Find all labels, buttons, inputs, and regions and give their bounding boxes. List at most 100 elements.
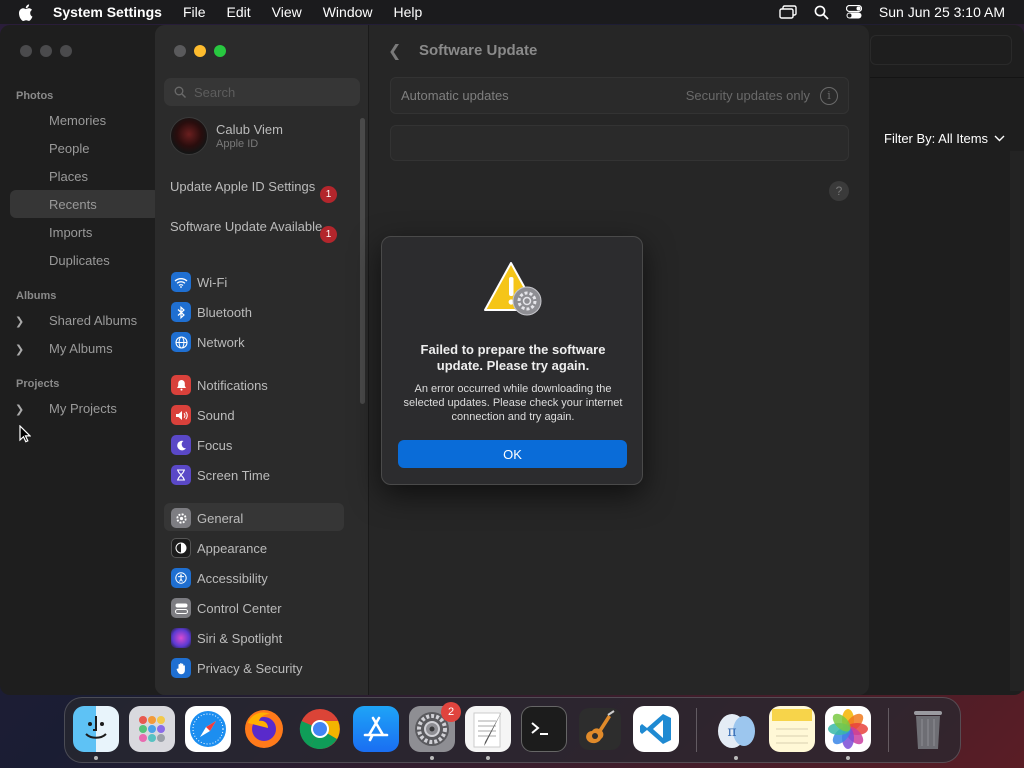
finder-icon[interactable] [73,706,119,752]
page-title: Software Update [419,42,538,59]
dock-separator [888,708,889,752]
control-center-icon[interactable] [845,5,862,19]
sidebar-item-sound[interactable]: Sound [171,405,235,425]
app-menu-system-settings[interactable]: System Settings [53,4,162,20]
dock-separator [696,708,697,752]
software-update-available-row[interactable]: Software Update Available [170,219,345,235]
sidebar-scrollbar[interactable] [360,118,365,404]
sidebar-item-shared-albums[interactable]: Shared Albums [49,313,137,328]
filter-dropdown[interactable]: Filter By: All Items [884,131,1005,146]
launchpad-icon[interactable] [129,706,175,752]
menu-window[interactable]: Window [323,4,373,20]
sidebar-item-privacy-security[interactable]: Privacy & Security [171,658,302,678]
accessibility-icon [171,568,191,588]
chevron-right-icon[interactable]: ❯ [15,343,24,356]
menu-edit[interactable]: Edit [227,4,251,20]
sidebar-item-people[interactable]: People [49,141,89,156]
photos-scrollbar[interactable] [1010,151,1024,691]
back-chevron-icon[interactable]: ❮ [388,41,401,61]
translator-app-icon[interactable]: π [713,706,759,752]
dock: 2 π [64,697,961,763]
sidebar-item-label: Wi-Fi [197,274,228,290]
control-center-toggle-icon [171,598,191,618]
garageband-icon[interactable] [577,706,623,752]
ok-button[interactable]: OK [398,440,627,468]
close-button[interactable] [174,45,186,57]
sidebar-item-label: Network [197,334,245,350]
system-settings-icon[interactable]: 2 [409,702,461,752]
sidebar-item-label: Control Center [197,600,282,616]
sidebar-item-label: General [197,510,244,526]
speaker-icon [171,405,191,425]
photos-sidebar: Photos Memories People Places Recents Im… [0,25,160,695]
sidebar-item-accessibility[interactable]: Accessibility [171,568,268,588]
sidebar-item-network[interactable]: Network [171,332,245,352]
wifi-icon [171,272,191,292]
sidebar-item-imports[interactable]: Imports [49,225,92,240]
menu-file[interactable]: File [183,4,206,20]
menu-bar: System Settings File Edit View Window He… [0,0,1024,24]
apple-id-row[interactable]: Calub Viem Apple ID [170,117,283,155]
section-photos: Photos [16,90,54,102]
hourglass-icon [171,465,191,485]
sidebar-item-bluetooth[interactable]: Bluetooth [171,302,252,322]
dialog-title: Failed to prepare the software update. P… [420,342,606,373]
running-indicator [734,756,738,760]
error-alert-dialog: Failed to prepare the software update. P… [381,236,643,485]
sidebar-item-duplicates[interactable]: Duplicates [49,253,110,268]
zoom-button[interactable] [214,45,226,57]
sidebar-item-focus[interactable]: Focus [171,435,232,455]
app-store-icon[interactable] [353,706,399,752]
help-button[interactable]: ? [829,181,849,201]
warning-gear-icon [481,260,545,320]
notification-badge: 2 [441,702,461,722]
photos-search-field[interactable] [870,35,1012,65]
screen-mirroring-icon[interactable] [779,5,797,19]
sidebar-item-appearance[interactable]: Appearance [171,538,267,558]
sidebar-item-places[interactable]: Places [49,169,88,184]
automatic-updates-label: Automatic updates [401,88,509,103]
sidebar-item-label: Bluetooth [197,304,252,320]
safari-icon[interactable] [185,706,231,752]
siri-icon [171,628,191,648]
menu-view[interactable]: View [272,4,302,20]
chrome-icon[interactable] [297,706,343,752]
sidebar-item-general[interactable]: General [171,508,243,528]
apple-menu-icon[interactable] [18,3,36,21]
sidebar-item-wifi[interactable]: Wi-Fi [171,272,227,292]
running-indicator [846,756,850,760]
chevron-right-icon[interactable]: ❯ [15,315,24,328]
avatar [170,117,208,155]
trash-icon[interactable] [905,706,951,752]
section-albums: Albums [16,290,57,302]
spotlight-search-icon[interactable] [814,5,829,20]
photos-app-icon[interactable] [825,706,871,752]
automatic-updates-value: Security updates only [685,88,810,103]
sidebar-item-siri-spotlight[interactable]: Siri & Spotlight [171,628,282,648]
update-status-panel [390,125,849,161]
settings-search-input[interactable]: Search [164,78,360,106]
sidebar-item-memories[interactable]: Memories [49,113,106,128]
bluetooth-icon [171,302,191,322]
menu-help[interactable]: Help [394,4,423,20]
toolbar-divider [870,77,1024,78]
minimize-button[interactable] [194,45,206,57]
firefox-icon[interactable] [241,706,287,752]
update-apple-id-settings-row[interactable]: Update Apple ID Settings [170,179,345,195]
sidebar-item-recents[interactable]: Recents [49,197,97,212]
sidebar-item-my-albums[interactable]: My Albums [49,341,113,356]
terminal-icon[interactable] [521,706,567,752]
sidebar-item-screen-time[interactable]: Screen Time [171,465,270,485]
vscode-icon[interactable] [633,706,679,752]
info-icon[interactable]: i [820,86,838,105]
chevron-right-icon[interactable]: ❯ [15,403,24,416]
sidebar-item-label: Notifications [197,377,268,393]
menu-clock[interactable]: Sun Jun 25 3:10 AM [879,4,1005,20]
notes-icon[interactable] [769,706,815,752]
sidebar-item-control-center[interactable]: Control Center [171,598,282,618]
sidebar-item-label: Accessibility [197,570,268,586]
settings-sidebar: Search Calub Viem Apple ID Update Apple … [155,25,369,695]
textedit-icon[interactable] [465,706,511,752]
sidebar-item-notifications[interactable]: Notifications [171,375,268,395]
sidebar-item-my-projects[interactable]: My Projects [49,401,117,416]
